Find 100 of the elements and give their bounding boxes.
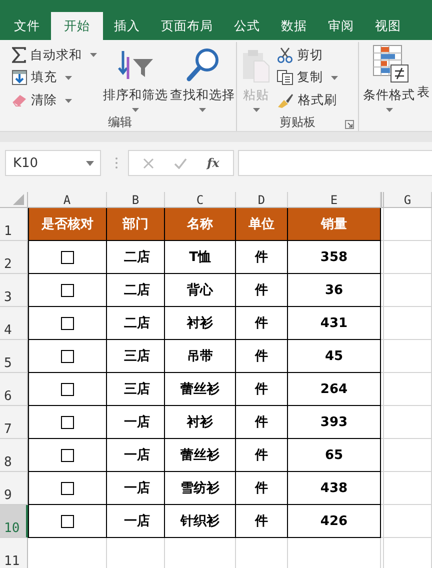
check-icon <box>174 158 187 168</box>
table-cell: 一店 <box>107 406 165 439</box>
caret-icon <box>86 160 94 166</box>
checkbox[interactable] <box>61 416 74 428</box>
group-label: 编辑 <box>108 114 132 131</box>
ribbon-tab[interactable]: 插入 <box>104 12 150 40</box>
row-header[interactable]: 4 <box>0 307 28 340</box>
empty-cell <box>384 340 432 373</box>
header-cell: 是否核对 <box>28 208 107 241</box>
ribbon-tab[interactable]: 公式 <box>224 12 270 40</box>
empty-cell <box>384 307 432 340</box>
table-cell: 431 <box>288 307 381 340</box>
checkbox[interactable] <box>61 482 74 494</box>
ribbon-button[interactable]: 清除 <box>10 90 99 112</box>
checkbox[interactable] <box>61 514 74 528</box>
ribbon-tab[interactable]: 页面布局 <box>151 12 223 40</box>
table-cell: 45 <box>288 340 381 373</box>
table-cell: 衬衫 <box>165 406 236 439</box>
row-header[interactable]: 10 <box>0 505 28 538</box>
ribbon-tab[interactable]: 审阅 <box>318 12 364 40</box>
table-cell: 吊带 <box>165 340 236 373</box>
sum-icon <box>12 47 26 64</box>
table-cell: 件 <box>236 406 288 439</box>
column-header[interactable]: B <box>107 192 165 208</box>
checkbox[interactable] <box>61 284 74 296</box>
scissors-icon <box>277 47 293 64</box>
cancel-icon <box>143 158 154 168</box>
table-cell: 一店 <box>107 472 165 505</box>
empty-cell <box>384 505 432 538</box>
table-cell: 件 <box>236 274 288 307</box>
column-header[interactable]: G <box>384 192 432 208</box>
ribbon-button[interactable]: 条件格式 <box>363 42 415 114</box>
column-header[interactable]: E <box>288 192 381 208</box>
ribbon-button[interactable]: 查找和选择 <box>170 42 235 114</box>
search-icon <box>186 47 220 83</box>
row-header[interactable]: 8 <box>0 439 28 472</box>
ribbon-button[interactable]: 复制 <box>275 66 340 89</box>
ribbon-tab[interactable]: 文件 <box>4 12 50 40</box>
header-cell: 单位 <box>236 208 288 241</box>
header-cell: 销量 <box>288 208 381 241</box>
ribbon-tab[interactable]: 视图 <box>365 12 411 40</box>
row-header[interactable]: 2 <box>0 241 28 274</box>
row-header[interactable]: 7 <box>0 406 28 439</box>
column-header[interactable]: A <box>28 192 107 208</box>
table-cell: T恤 <box>165 241 236 274</box>
empty-cell <box>384 472 432 505</box>
table-cell: 件 <box>236 340 288 373</box>
table-cell: 蕾丝衫 <box>165 373 236 406</box>
table-cell: 背心 <box>165 274 236 307</box>
table-cell: 一店 <box>107 439 165 472</box>
checkbox[interactable] <box>61 316 74 330</box>
clipboard-icon <box>241 49 271 83</box>
table-cell: 件 <box>236 307 288 340</box>
empty-cell <box>384 241 432 274</box>
table-cell: 438 <box>288 472 381 505</box>
checkbox[interactable] <box>61 382 74 396</box>
ribbon-tab[interactable]: 数据 <box>271 12 317 40</box>
table-cell: 65 <box>288 439 381 472</box>
checkbox[interactable] <box>61 350 74 362</box>
row-header[interactable]: 1 <box>0 208 28 241</box>
name-box[interactable]: K10 <box>5 150 101 176</box>
row-header[interactable]: 11 <box>0 538 28 568</box>
ribbon-label: 表 <box>417 84 430 100</box>
column-header[interactable]: D <box>236 192 288 208</box>
insert-function-button[interactable]: fx <box>207 156 220 170</box>
fill-down-icon <box>12 70 27 86</box>
eraser-icon <box>12 94 27 108</box>
column-header[interactable]: C <box>165 192 236 208</box>
launcher-icon <box>345 120 354 129</box>
dialog-launcher[interactable] <box>345 120 354 129</box>
table-cell: 二店 <box>107 307 165 340</box>
header-cell: 部门 <box>107 208 165 241</box>
table-cell: 36 <box>288 274 381 307</box>
ribbon-button[interactable]: 填充 <box>10 66 99 89</box>
row-header[interactable]: 5 <box>0 340 28 373</box>
header-cell: 名称 <box>165 208 236 241</box>
row-header[interactable]: 9 <box>0 472 28 505</box>
ribbon-button[interactable]: 排序和筛选 <box>103 42 168 114</box>
table-cell: 件 <box>236 472 288 505</box>
table-cell: 件 <box>236 505 288 538</box>
row-header[interactable]: 6 <box>0 373 28 406</box>
formula-input[interactable] <box>238 150 432 176</box>
table-cell: 二店 <box>107 274 165 307</box>
checkbox[interactable] <box>61 448 74 462</box>
table-cell: 426 <box>288 505 381 538</box>
table-cell: 三店 <box>107 373 165 406</box>
table-cell: 雪纺衫 <box>165 472 236 505</box>
checkbox[interactable] <box>61 250 74 264</box>
ribbon-button[interactable]: 剪切 <box>275 44 340 66</box>
table-cell: 一店 <box>107 505 165 538</box>
ribbon-tab[interactable]: 开始 <box>51 12 103 40</box>
empty-cell <box>384 373 432 406</box>
brush-icon <box>277 93 294 108</box>
empty-cell <box>384 274 432 307</box>
copy-icon <box>277 70 293 86</box>
group-label: 剪贴板 <box>280 114 316 131</box>
ribbon-button[interactable]: 格式刷 <box>275 90 340 112</box>
ribbon-button[interactable]: 自动求和 <box>10 44 99 66</box>
empty-cell <box>384 439 432 472</box>
row-header[interactable]: 3 <box>0 274 28 307</box>
